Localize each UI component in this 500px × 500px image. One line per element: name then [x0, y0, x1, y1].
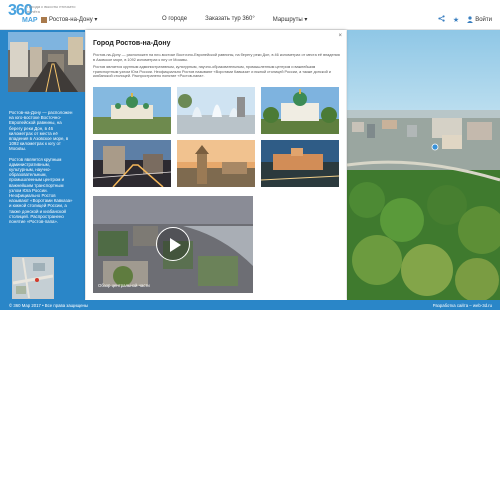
user-icon: [467, 16, 474, 23]
gallery-photo[interactable]: [93, 87, 171, 134]
video-caption: Обзор центральной части: [98, 283, 150, 288]
header-actions: ★ Войти: [438, 15, 492, 24]
login-button[interactable]: Войти: [467, 16, 492, 23]
share-icon[interactable]: [438, 15, 445, 24]
panorama-view[interactable]: [347, 30, 500, 300]
close-icon[interactable]: ×: [338, 33, 342, 39]
nav-item-order-tour[interactable]: Заказать тур 360°: [205, 16, 255, 23]
city-info-dialog: × Город Ростов-на-Дону Ростов-на-Дону — …: [86, 30, 346, 300]
dialog-paragraph: Ростов-на-Дону — расположен на юго-восто…: [93, 53, 340, 62]
city-info-panel: Ростов-на-Дону — расположен на юго-восто…: [0, 30, 85, 300]
city-selector[interactable]: Ростов-на-Дону ▾: [41, 16, 97, 23]
nav-item-about-city[interactable]: О городе: [162, 16, 187, 23]
dialog-title: Город Ростов-на-Дону: [93, 40, 171, 47]
minimap[interactable]: [12, 257, 54, 299]
city-photo: [8, 32, 85, 93]
gallery-photo[interactable]: [177, 140, 255, 187]
site-tagline: Города с высоты птичьего полёта: [27, 4, 76, 14]
play-icon[interactable]: [156, 227, 190, 261]
page: 360 МАР Города с высоты птичьего полёта …: [0, 0, 500, 500]
dialog-paragraph: Ростов является крупным административным…: [93, 65, 331, 79]
logo-subtext: МАР: [22, 17, 38, 24]
copyright-text: © 360 Мар 2017 • Все права защищены: [9, 303, 88, 308]
city-video[interactable]: Обзор центральной части: [93, 196, 253, 293]
main-nav: О городе Заказать тур 360° Маршруты ▾: [162, 16, 307, 23]
city-description-paragraph: Ростов является крупным административным…: [9, 156, 73, 225]
gallery-photo[interactable]: [177, 87, 255, 134]
gallery-photo[interactable]: [261, 140, 339, 187]
dialog-description: Ростов-на-Дону — расположен на юго-восто…: [93, 53, 341, 82]
login-label: Войти: [475, 16, 492, 23]
developer-link[interactable]: Разработка сайта – web-3d.ru: [433, 303, 492, 308]
city-description: Ростов-на-Дону — расположен на юго-восто…: [9, 110, 75, 229]
city-selector-label: Ростов-на-Дону ▾: [49, 17, 98, 23]
star-icon[interactable]: ★: [453, 16, 459, 24]
site-footer: © 360 Мар 2017 • Все права защищены Разр…: [0, 300, 500, 310]
gallery-photo[interactable]: [93, 140, 171, 187]
city-emblem-icon: [41, 16, 47, 23]
gallery-photo[interactable]: [261, 87, 339, 134]
city-description-paragraph: Ростов-на-Дону — расположен на юго-восто…: [9, 110, 73, 152]
nav-item-routes[interactable]: Маршруты ▾: [273, 16, 308, 23]
site-header: 360 МАР Города с высоты птичьего полёта …: [0, 0, 500, 30]
